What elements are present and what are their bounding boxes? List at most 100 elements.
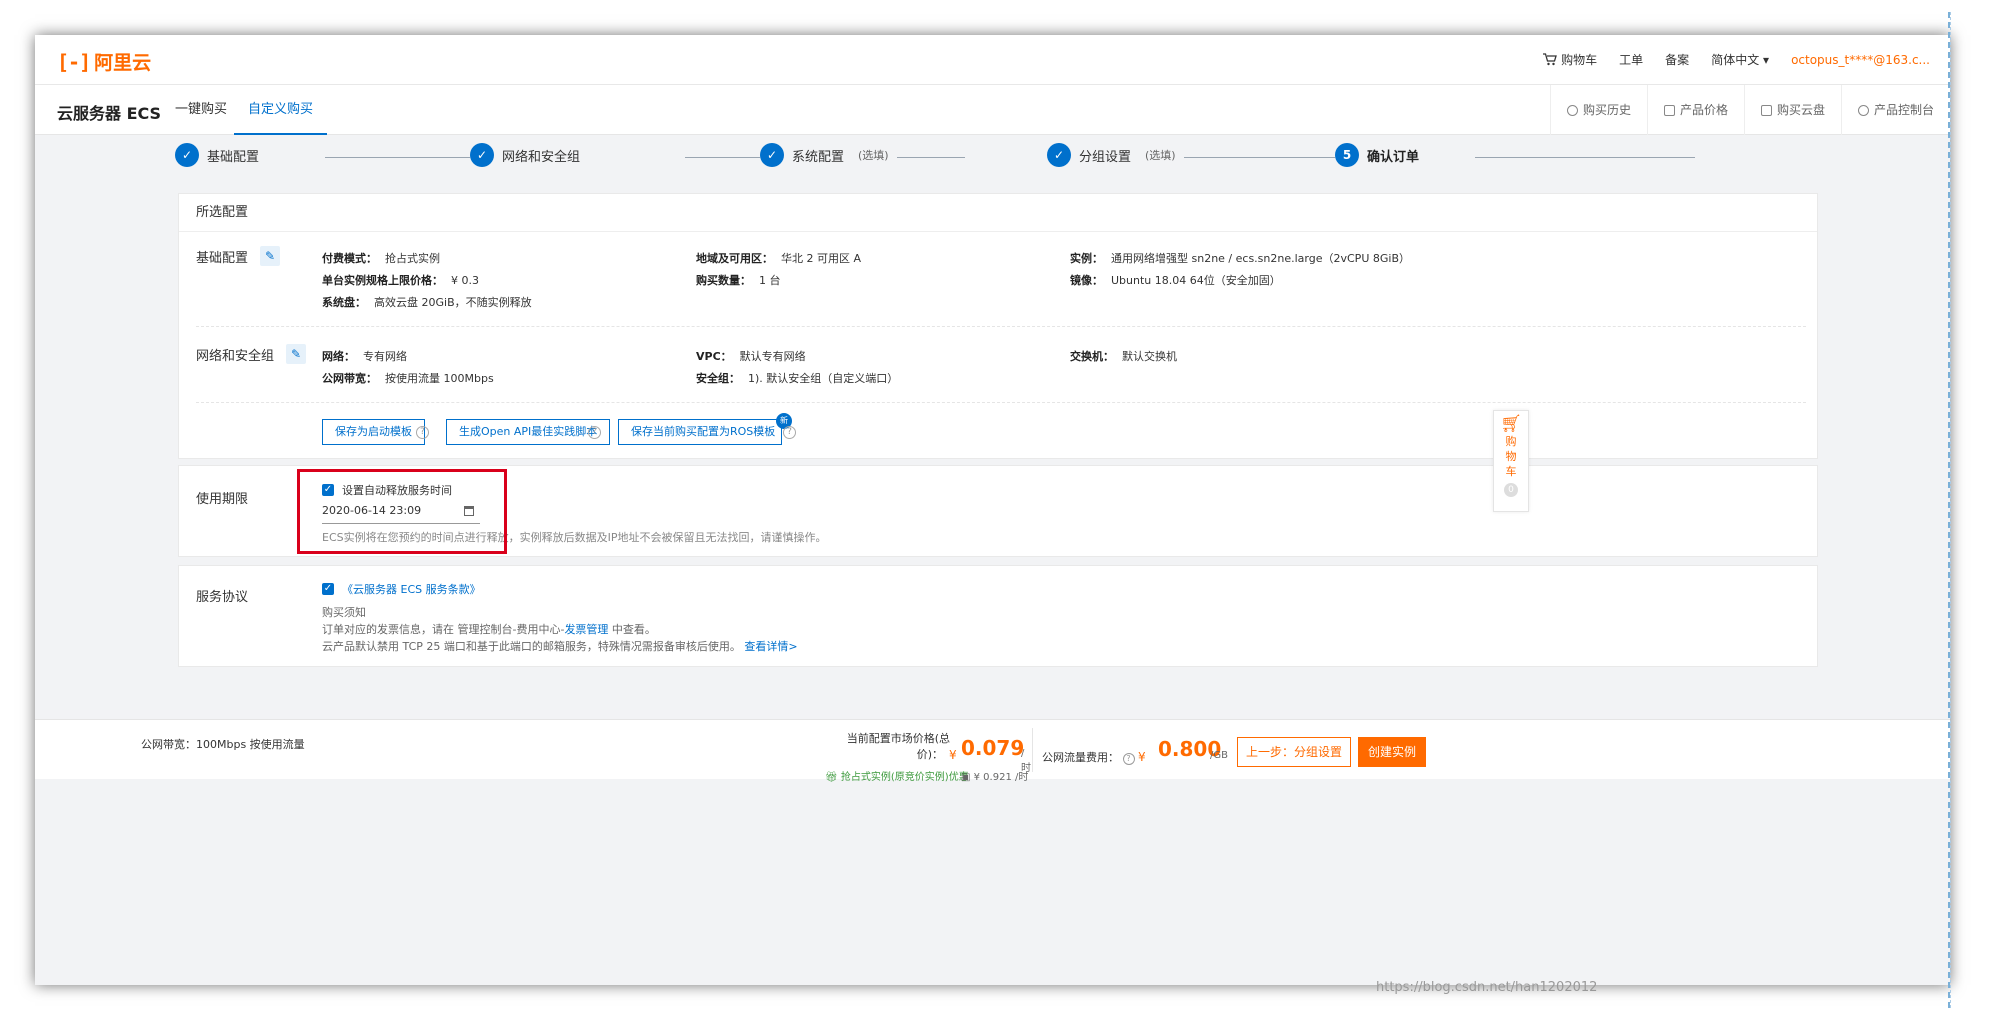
kv-value: 默认交换机 [1122, 350, 1177, 363]
create-instance-button[interactable]: 创建实例 [1358, 737, 1426, 767]
region: 地域及可用区： 华北 2 可用区 A [696, 250, 861, 266]
check-icon: ✓ [760, 143, 784, 167]
cart-icon: 🛒︎ [1500, 414, 1522, 434]
quantity: 购买数量： 1 台 [696, 272, 781, 288]
generate-api-script-button[interactable]: 生成Open API最佳实践脚本 [446, 419, 611, 445]
divider [196, 402, 1806, 403]
step-basic-config[interactable]: ✓ 基础配置 [175, 143, 268, 167]
instance-type: 实例： 通用网络增强型 sn2ne / ecs.sn2ne.large（2vCPU… [1070, 250, 1410, 266]
traffic-label: 公网流量费用： [1042, 751, 1119, 764]
system-disk: 系统盘： 高效云盘 20GiB，不随实例释放 [322, 294, 532, 310]
floating-cart[interactable]: 🛒︎ 购 物 车 0 [1493, 410, 1529, 512]
step-label: 网络和安全组 [502, 149, 581, 165]
disk-icon [1760, 104, 1772, 116]
port-note: 云产品默认禁用 TCP 25 端口和基于此端口的邮箱服务，特殊情况需报备审核后使… [322, 638, 798, 654]
ticket-link[interactable]: 工单 [1619, 51, 1643, 68]
step-label: 基础配置 [207, 149, 260, 165]
buy-disk-link[interactable]: 购买云盘 [1743, 85, 1841, 135]
cart-count-badge: 0 [1504, 483, 1518, 497]
terms-checkbox[interactable]: ✓ 《云服务器 ECS 服务条款》 [322, 581, 481, 597]
spot-discount-note: 🎁︎ 抢占式实例(原竞价实例)优惠 [825, 768, 969, 783]
kv-value: 专有网络 [363, 350, 407, 363]
purchase-history-link[interactable]: 购买历史 [1549, 85, 1647, 135]
invoice-note-tail: 中查看。 [608, 623, 656, 636]
purchase-history-label: 购买历史 [1582, 103, 1631, 117]
kv-key: 付费模式： [322, 252, 377, 265]
logo-mark: [-] [57, 49, 91, 74]
edit-icon[interactable]: ✎ [260, 246, 281, 266]
help-icon[interactable]: ? [588, 426, 601, 439]
highlight-annotation-box [297, 469, 507, 554]
floating-cart-label-1: 购 [1505, 435, 1517, 448]
app-window: [-] 阿里云 购物车 工单 备案 简体中文 ▾ octopus_t****@1… [35, 35, 1950, 985]
previous-step-button[interactable]: 上一步：分组设置 [1237, 737, 1351, 767]
original-price: ▣ ¥ 0.921 /时 [961, 768, 1028, 783]
public-bandwidth: 公网带宽： 按使用流量 100Mbps [322, 370, 494, 386]
price-list-icon [1663, 104, 1675, 116]
invoice-note-text: 订单对应的发票信息，请在 管理控制台-费用中心- [322, 623, 565, 636]
aliyun-logo[interactable]: [-] 阿里云 [57, 48, 151, 75]
cart-icon [1543, 53, 1558, 66]
tab-quick-buy[interactable]: 一键购买 [161, 85, 241, 135]
product-price-label: 产品价格 [1679, 103, 1728, 117]
console-link[interactable]: 产品控制台 [1840, 85, 1950, 135]
panel-header: 所选配置 [179, 194, 1817, 232]
selected-config-panel: 所选配置 基础配置 ✎ 付费模式： 抢占式实例 地域及可用区： 华北 2 可用区 A… [178, 193, 1818, 459]
divider [196, 326, 1806, 327]
kv-value: 通用网络增强型 sn2ne / ecs.sn2ne.large（2vCPU 8G… [1111, 252, 1410, 265]
terms-link[interactable]: 《云服务器 ECS 服务条款》 [342, 581, 481, 597]
section-title: 网络和安全组 [196, 348, 275, 364]
edit-icon[interactable]: ✎ [286, 344, 307, 364]
step-confirm-order: 5 确认订单 [1335, 143, 1428, 167]
kv-key: 系统盘： [322, 296, 366, 309]
kv-key: 网络： [322, 350, 355, 363]
order-footer: 公网带宽：100Mbps 按使用流量 当前配置市场价格(总 价)： ¥ 0.07… [35, 719, 1950, 783]
kv-value: Ubuntu 18.04 64位（安全加固） [1111, 274, 1281, 287]
tab-custom-buy[interactable]: 自定义购买 [234, 85, 328, 135]
user-account[interactable]: octopus_t****@163.c... [1791, 53, 1930, 67]
original-price-value: ¥ 0.921 [973, 772, 1012, 783]
current-price: 0.079 [961, 736, 1025, 760]
language-selector[interactable]: 简体中文 ▾ [1711, 51, 1769, 68]
help-icon[interactable]: ? [783, 426, 796, 439]
cart-link[interactable]: 购物车 [1543, 51, 1597, 68]
product-title: 云服务器 ECS [57, 104, 162, 123]
kv-value: 华北 2 可用区 A [781, 252, 862, 265]
invoice-management-link[interactable]: 发票管理 [564, 623, 608, 636]
product-price-link[interactable]: 产品价格 [1646, 85, 1744, 135]
clock-icon [1566, 104, 1578, 116]
save-launch-template-button[interactable]: 保存为启动模板 [322, 419, 425, 445]
frame-edge [1950, 12, 1951, 1008]
check-icon: ✓ [470, 143, 494, 167]
check-icon: ✓ [1047, 143, 1071, 167]
product-nav: 云服务器 ECS 一键购买 自定义购买 购买历史 产品价格 购买云盘 产品控制台 [35, 85, 1950, 135]
usage-label: 使用期限 [196, 492, 249, 507]
step-system-config[interactable]: ✓ 系统配置 (选填) [760, 143, 897, 167]
step-label: 分组设置 [1079, 149, 1132, 165]
check-icon: ✓ [175, 143, 199, 167]
kv-value: 1 台 [759, 274, 781, 287]
help-icon[interactable]: ? [416, 426, 429, 439]
purchase-notice-link[interactable]: 购买须知 [322, 604, 366, 620]
original-price-icon: ▣ [961, 772, 971, 783]
footer-divider [1032, 728, 1033, 772]
step-label: 系统配置 [792, 149, 845, 165]
kv-key: 购买数量： [696, 274, 751, 287]
kv-value: 按使用流量 100Mbps [385, 372, 494, 385]
gift-icon: 🎁︎ [825, 772, 838, 783]
kv-key: 单台实例规格上限价格： [322, 274, 443, 287]
buy-disk-label: 购买云盘 [1776, 103, 1825, 117]
step-network[interactable]: ✓ 网络和安全组 [470, 143, 589, 167]
help-icon[interactable]: ? [1122, 753, 1135, 765]
watermark: https://blog.csdn.net/han1202012 [1376, 980, 1598, 995]
save-ros-template-button[interactable]: 保存当前购买配置为ROS模板 [618, 419, 782, 445]
cart-label: 购物车 [1561, 53, 1598, 67]
top-nav: [-] 阿里云 购物车 工单 备案 简体中文 ▾ octopus_t****@1… [35, 35, 1950, 85]
console-label: 产品控制台 [1873, 103, 1934, 117]
step-group[interactable]: ✓ 分组设置 (选填) [1047, 143, 1184, 167]
language-label: 简体中文 [1711, 53, 1760, 67]
step-optional: (选填) [1145, 149, 1176, 162]
record-link[interactable]: 备案 [1665, 51, 1689, 68]
kv-key: 地域及可用区： [696, 252, 773, 265]
view-details-link[interactable]: 查看详情> [744, 640, 797, 653]
